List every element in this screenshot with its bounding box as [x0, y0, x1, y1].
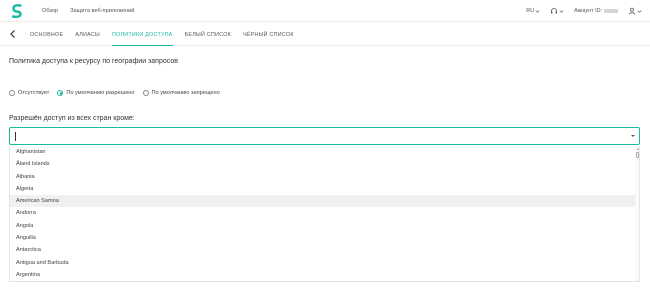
nav-overview[interactable]: Обзор: [42, 8, 58, 14]
support-menu[interactable]: [550, 7, 564, 15]
radio-indicator[interactable]: [9, 90, 15, 96]
radio-label: По умолчанию запрещено: [151, 90, 220, 96]
country-option[interactable]: Argentina: [10, 269, 639, 281]
back-arrow-icon[interactable]: [9, 29, 17, 39]
tab-access-policies[interactable]: ПОЛИТИКИ ДОСТУПА: [111, 23, 173, 46]
user-menu[interactable]: [628, 7, 642, 15]
tabs-bar: ОСНОВНОЕ АЛИАСЫ ПОЛИТИКИ ДОСТУПА БЕЛЫЙ С…: [0, 23, 650, 46]
country-option[interactable]: Albania: [10, 171, 639, 183]
language-selector[interactable]: RU: [526, 8, 540, 14]
chevron-down-icon: [559, 9, 564, 13]
country-option[interactable]: Andorra: [10, 207, 639, 219]
top-right-controls: RU Аккаунт ID:: [526, 0, 642, 22]
top-navigation: Обзор Защита веб-приложений: [42, 0, 134, 22]
radio-indicator[interactable]: [142, 90, 149, 96]
country-option[interactable]: Afghanistan: [10, 146, 639, 158]
chevron-down-icon: [535, 9, 540, 13]
country-options: Afghanistan Åland Islands Albania Algeria Am…: [10, 146, 639, 281]
country-select-input[interactable]: [9, 127, 640, 145]
country-option[interactable]: American Samoa: [10, 195, 639, 208]
country-option[interactable]: Åland Islands: [10, 158, 639, 170]
country-option[interactable]: Antigua and Barbuda: [10, 257, 639, 269]
user-icon: [628, 7, 636, 15]
logo-icon[interactable]: [10, 3, 24, 19]
tab-blacklist[interactable]: ЧЁРНЫЙ СПИСОК: [243, 23, 294, 46]
radio-indicator[interactable]: [57, 90, 64, 96]
dropdown-scrollbar[interactable]: [635, 146, 639, 281]
country-option[interactable]: Angola: [10, 220, 639, 232]
top-bar: Обзор Защита веб-приложений RU Аккаунт I…: [0, 0, 650, 22]
account-id: Аккаунт ID:: [574, 8, 618, 14]
account-id-redacted: [604, 8, 618, 13]
tab-general[interactable]: ОСНОВНОЕ: [30, 23, 63, 46]
tab-aliases[interactable]: АЛИАСЫ: [75, 23, 100, 46]
country-option[interactable]: Antarctica: [10, 244, 639, 256]
language-label: RU: [526, 8, 535, 14]
tab-whitelist[interactable]: БЕЛЫЙ СПИСОК: [185, 23, 231, 46]
policy-radio-group: Отсутствует По умолчанию разрешено По ум…: [9, 90, 220, 96]
countries-exception-label: Разрешён доступ из всех стран кроме:: [9, 115, 135, 122]
radio-label: По умолчанию разрешено: [66, 90, 135, 96]
radio-default-allowed[interactable]: По умолчанию разрешено: [57, 90, 135, 96]
country-dropdown-list: Afghanistan Åland Islands Albania Algeria Am…: [9, 146, 640, 282]
account-label: Аккаунт ID:: [574, 8, 602, 14]
caret-down-icon[interactable]: [631, 135, 635, 137]
tabs: ОСНОВНОЕ АЛИАСЫ ПОЛИТИКИ ДОСТУПА БЕЛЫЙ С…: [30, 23, 294, 46]
country-option[interactable]: Anguilla: [10, 232, 639, 244]
scroll-thumb[interactable]: [635, 152, 639, 158]
radio-none[interactable]: Отсутствует: [9, 90, 49, 96]
radio-default-denied[interactable]: По умолчанию запрещено: [142, 90, 220, 96]
policy-title: Политика доступа к ресурсу по географии …: [9, 58, 178, 65]
country-option[interactable]: Algeria: [10, 183, 639, 195]
radio-label: Отсутствует: [18, 90, 50, 96]
text-cursor: [15, 132, 16, 141]
headset-icon: [551, 8, 558, 14]
scroll-up-icon[interactable]: [636, 148, 639, 150]
nav-waf[interactable]: Защита веб-приложений: [70, 8, 134, 14]
chevron-down-icon: [637, 9, 642, 13]
